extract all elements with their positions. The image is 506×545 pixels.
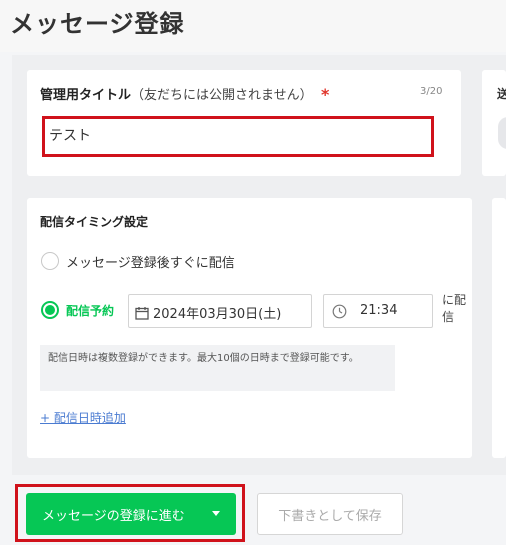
- title-label-text: 管理用タイトル: [40, 88, 132, 103]
- radio-scheduled-label[interactable]: 配信予約: [66, 302, 114, 319]
- title-field-label: 管理用タイトル（友だちには公開されません）: [40, 84, 313, 103]
- date-value: 2024年03月30日(土): [153, 307, 282, 322]
- date-picker[interactable]: 2024年03月30日(土): [128, 294, 312, 328]
- proceed-register-button[interactable]: メッセージの登録に進む: [26, 493, 236, 535]
- add-schedule-link[interactable]: + 配信日時追加: [40, 409, 126, 426]
- radio-scheduled[interactable]: [41, 301, 59, 319]
- schedule-suffix: に配信: [442, 293, 467, 324]
- radio-send-now[interactable]: [41, 252, 59, 270]
- side-avatar: [498, 117, 506, 149]
- side-panel-label: 送: [497, 87, 506, 101]
- save-draft-button[interactable]: 下書きとして保存: [257, 493, 403, 535]
- page-title: メッセージ登録: [10, 10, 185, 38]
- title-input[interactable]: テスト: [42, 116, 434, 157]
- title-label-note: （友だちには公開されません）: [131, 88, 313, 103]
- required-mark: *: [321, 85, 330, 104]
- radio-send-now-label[interactable]: メッセージ登録後すぐに配信: [66, 252, 235, 271]
- chevron-down-icon[interactable]: [212, 511, 220, 516]
- calendar-icon: [135, 305, 149, 324]
- schedule-note: 配信日時は複数登録ができます。最大10個の日時まで登録可能です。: [40, 345, 395, 391]
- time-picker[interactable]: 21:34: [323, 294, 433, 328]
- char-counter: 3/20: [420, 86, 443, 97]
- time-value: 21:34: [360, 303, 398, 318]
- proceed-register-label: メッセージの登録に進む: [42, 508, 185, 524]
- timing-section-title: 配信タイミング設定: [40, 215, 149, 229]
- side-card-bottom: [492, 198, 506, 458]
- clock-icon: [332, 304, 347, 323]
